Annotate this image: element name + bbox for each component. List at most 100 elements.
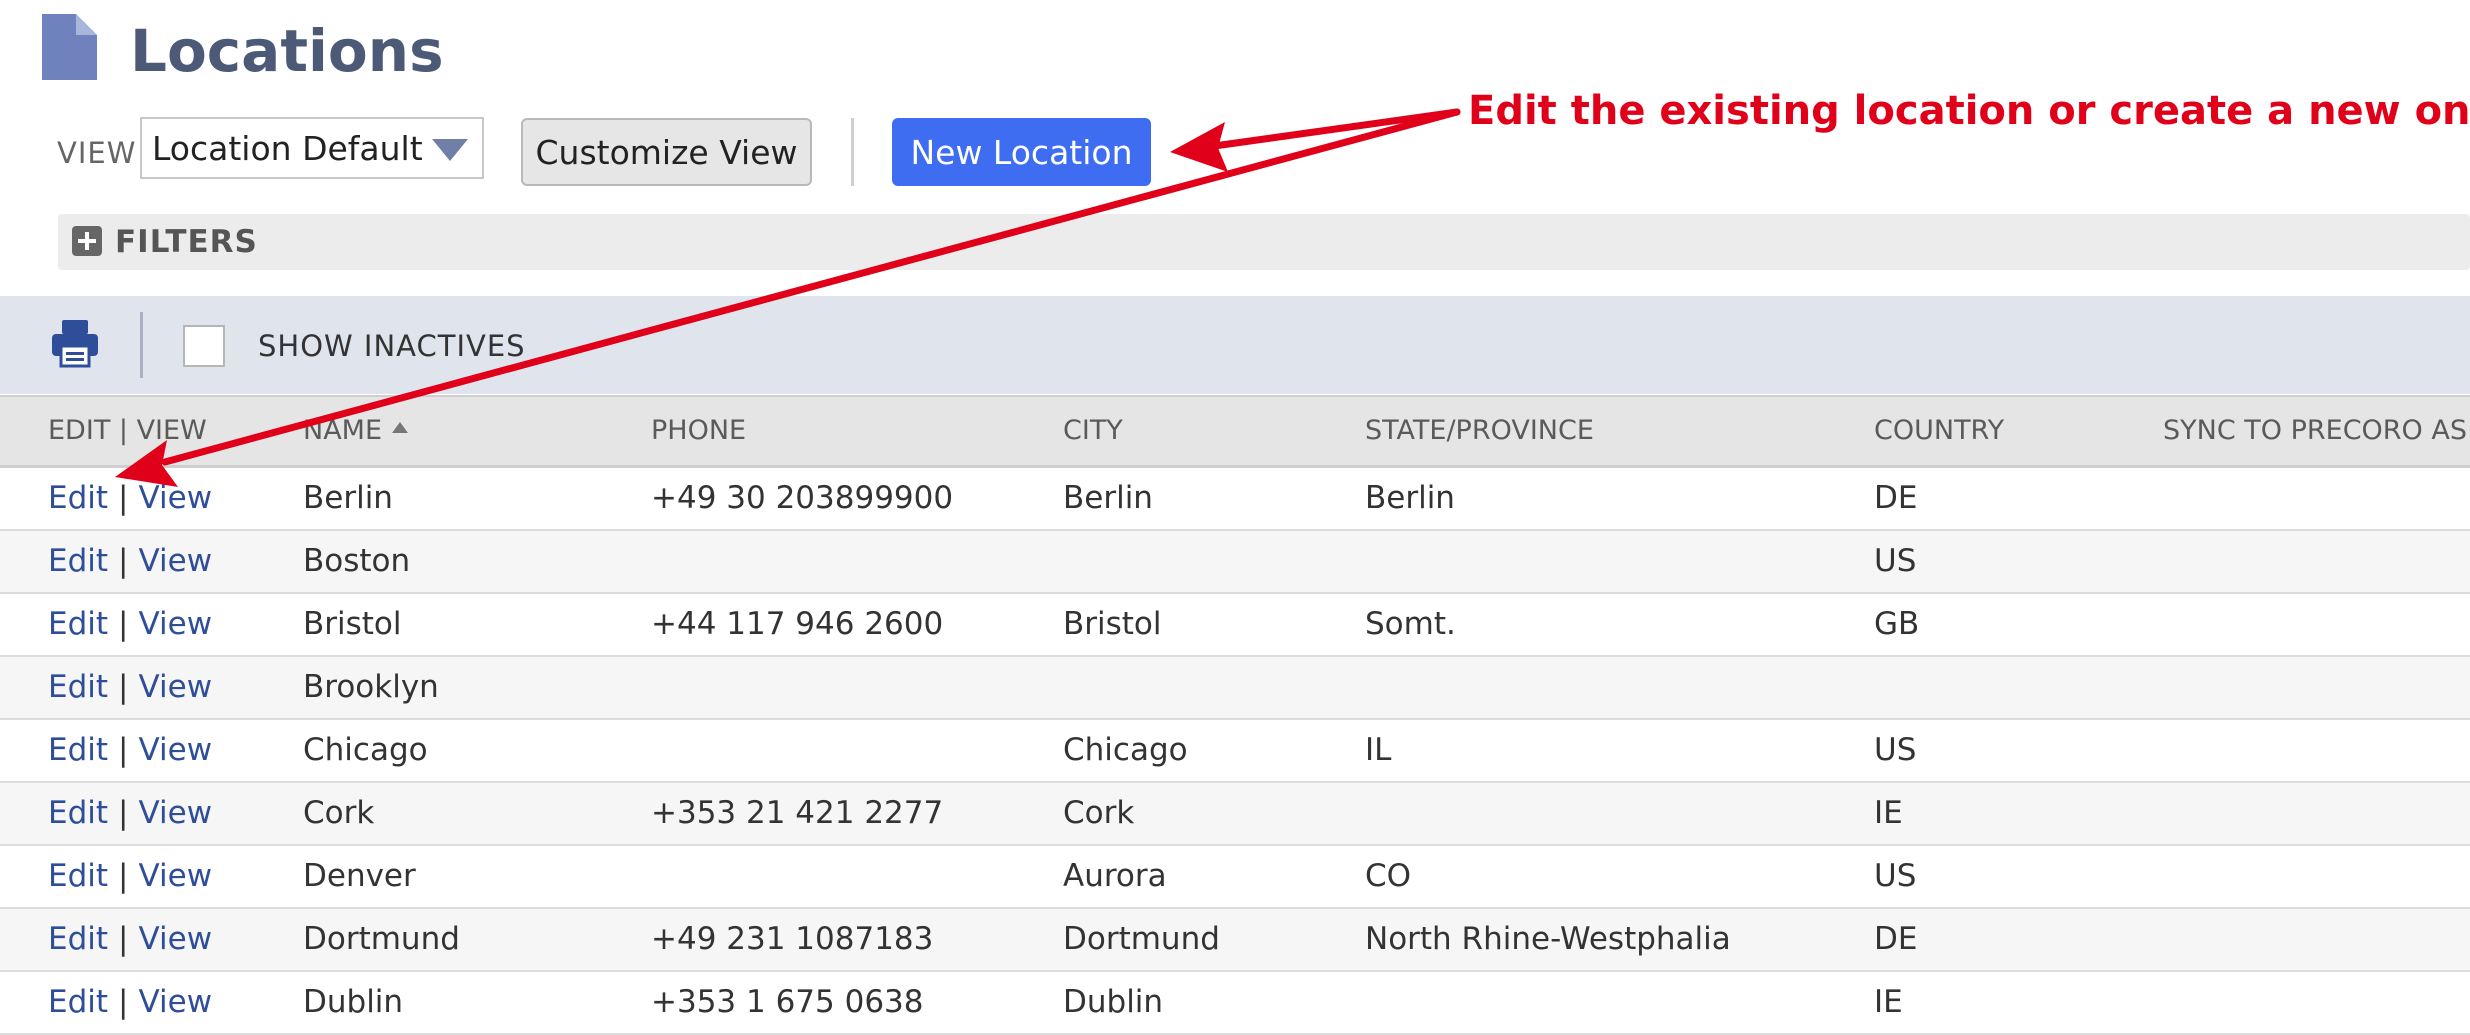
- expand-plus-icon[interactable]: [72, 226, 102, 256]
- view-link[interactable]: View: [139, 669, 213, 705]
- cell-name: Cork: [303, 795, 375, 831]
- edit-view-links: Edit | View: [48, 480, 212, 516]
- edit-link[interactable]: Edit: [48, 921, 108, 957]
- column-header-city[interactable]: CITY: [1063, 415, 1123, 446]
- edit-link[interactable]: Edit: [48, 606, 108, 642]
- cell-name: Dublin: [303, 984, 404, 1020]
- filters-bar[interactable]: [58, 214, 2470, 270]
- table-row: Edit | View Brooklyn: [0, 657, 2470, 720]
- print-icon[interactable]: [50, 318, 100, 368]
- edit-view-links: Edit | View: [48, 606, 212, 642]
- table-row: Edit | View Boston US: [0, 531, 2470, 594]
- table-row: Edit | View Dublin +353 1 675 0638 Dublin IE: [0, 972, 2470, 1035]
- link-separator: |: [118, 543, 129, 579]
- view-link[interactable]: View: [139, 921, 213, 957]
- view-select-value: Location Default: [152, 129, 423, 168]
- list-toolbar-divider: [140, 312, 143, 378]
- column-header-sync[interactable]: SYNC TO PRECORO AS C: [2163, 415, 2470, 446]
- cell-city: Dortmund: [1063, 921, 1220, 957]
- link-separator: |: [118, 606, 129, 642]
- cell-country: IE: [1874, 984, 1903, 1020]
- cell-country: US: [1874, 732, 1917, 768]
- cell-name: Denver: [303, 858, 416, 894]
- locations-table: EDIT | VIEW NAME PHONE CITY STATE/PROVIN…: [0, 395, 2470, 1035]
- page-title: Locations: [130, 17, 444, 85]
- edit-view-links: Edit | View: [48, 669, 212, 705]
- document-icon: [42, 14, 97, 80]
- cell-state: Berlin: [1365, 480, 1455, 516]
- edit-link[interactable]: Edit: [48, 984, 108, 1020]
- cell-city: Bristol: [1063, 606, 1162, 642]
- cell-country: DE: [1874, 921, 1918, 957]
- cell-country: US: [1874, 543, 1917, 579]
- cell-state: IL: [1365, 732, 1392, 768]
- cell-name: Boston: [303, 543, 411, 579]
- cell-country: DE: [1874, 480, 1918, 516]
- link-separator: |: [118, 732, 129, 768]
- cell-state: North Rhine-Westphalia: [1365, 921, 1731, 957]
- cell-city: Chicago: [1063, 732, 1188, 768]
- sort-ascending-icon: [392, 422, 409, 433]
- customize-view-button[interactable]: Customize View: [521, 118, 812, 186]
- link-separator: |: [118, 858, 129, 894]
- table-row: Edit | View Chicago Chicago IL US: [0, 720, 2470, 783]
- view-label: VIEW: [57, 136, 137, 170]
- column-header-name-label: NAME: [303, 415, 383, 446]
- cell-name: Chicago: [303, 732, 428, 768]
- cell-city: Aurora: [1063, 858, 1167, 894]
- view-link[interactable]: View: [139, 543, 213, 579]
- edit-link[interactable]: Edit: [48, 732, 108, 768]
- toolbar-divider: [851, 118, 854, 186]
- cell-name: Berlin: [303, 480, 393, 516]
- cell-name: Bristol: [303, 606, 402, 642]
- cell-name: Dortmund: [303, 921, 460, 957]
- column-header-name[interactable]: NAME: [303, 415, 409, 446]
- cell-state: Somt.: [1365, 606, 1456, 642]
- new-location-button[interactable]: New Location: [892, 118, 1151, 186]
- view-link[interactable]: View: [139, 984, 213, 1020]
- edit-view-links: Edit | View: [48, 732, 212, 768]
- view-link[interactable]: View: [139, 606, 213, 642]
- edit-link[interactable]: Edit: [48, 858, 108, 894]
- edit-view-links: Edit | View: [48, 984, 212, 1020]
- cell-phone: +49 30 203899900: [651, 480, 954, 516]
- view-link[interactable]: View: [139, 858, 213, 894]
- edit-link[interactable]: Edit: [48, 669, 108, 705]
- cell-city: Cork: [1063, 795, 1135, 831]
- cell-name: Brooklyn: [303, 669, 439, 705]
- view-link[interactable]: View: [139, 795, 213, 831]
- cell-phone: +49 231 1087183: [651, 921, 934, 957]
- cell-country: IE: [1874, 795, 1903, 831]
- table-row: Edit | View Bristol +44 117 946 2600 Bristol S…: [0, 594, 2470, 657]
- cell-city: Dublin: [1063, 984, 1164, 1020]
- column-header-country[interactable]: COUNTRY: [1874, 415, 2004, 446]
- show-inactives-checkbox[interactable]: [183, 325, 225, 367]
- edit-view-links: Edit | View: [48, 858, 212, 894]
- edit-link[interactable]: Edit: [48, 543, 108, 579]
- edit-view-links: Edit | View: [48, 543, 212, 579]
- column-header-edit-view: EDIT | VIEW: [48, 415, 207, 446]
- cell-phone: +353 1 675 0638: [651, 984, 924, 1020]
- cell-phone: +44 117 946 2600: [651, 606, 944, 642]
- table-row: Edit | View Denver Aurora CO US: [0, 846, 2470, 909]
- link-separator: |: [118, 984, 129, 1020]
- edit-link[interactable]: Edit: [48, 480, 108, 516]
- edit-view-links: Edit | View: [48, 921, 212, 957]
- filters-label[interactable]: FILTERS: [115, 224, 258, 260]
- chevron-down-icon: [432, 139, 468, 161]
- link-separator: |: [118, 480, 129, 516]
- column-header-state[interactable]: STATE/PROVINCE: [1365, 415, 1594, 446]
- link-separator: |: [118, 921, 129, 957]
- link-separator: |: [118, 795, 129, 831]
- view-select[interactable]: Location Default: [140, 117, 484, 179]
- column-header-phone[interactable]: PHONE: [651, 415, 746, 446]
- link-separator: |: [118, 669, 129, 705]
- view-link[interactable]: View: [139, 480, 213, 516]
- edit-link[interactable]: Edit: [48, 795, 108, 831]
- table-row: Edit | View Cork +353 21 421 2277 Cork IE: [0, 783, 2470, 846]
- annotation-text: Edit the existing location or create a n…: [1468, 88, 2470, 134]
- view-link[interactable]: View: [139, 732, 213, 768]
- table-body: Edit | View Berlin +49 30 203899900 Berlin Ber…: [0, 468, 2470, 1035]
- table-row: Edit | View Dortmund +49 231 1087183 Dortmund…: [0, 909, 2470, 972]
- cell-state: CO: [1365, 858, 1412, 894]
